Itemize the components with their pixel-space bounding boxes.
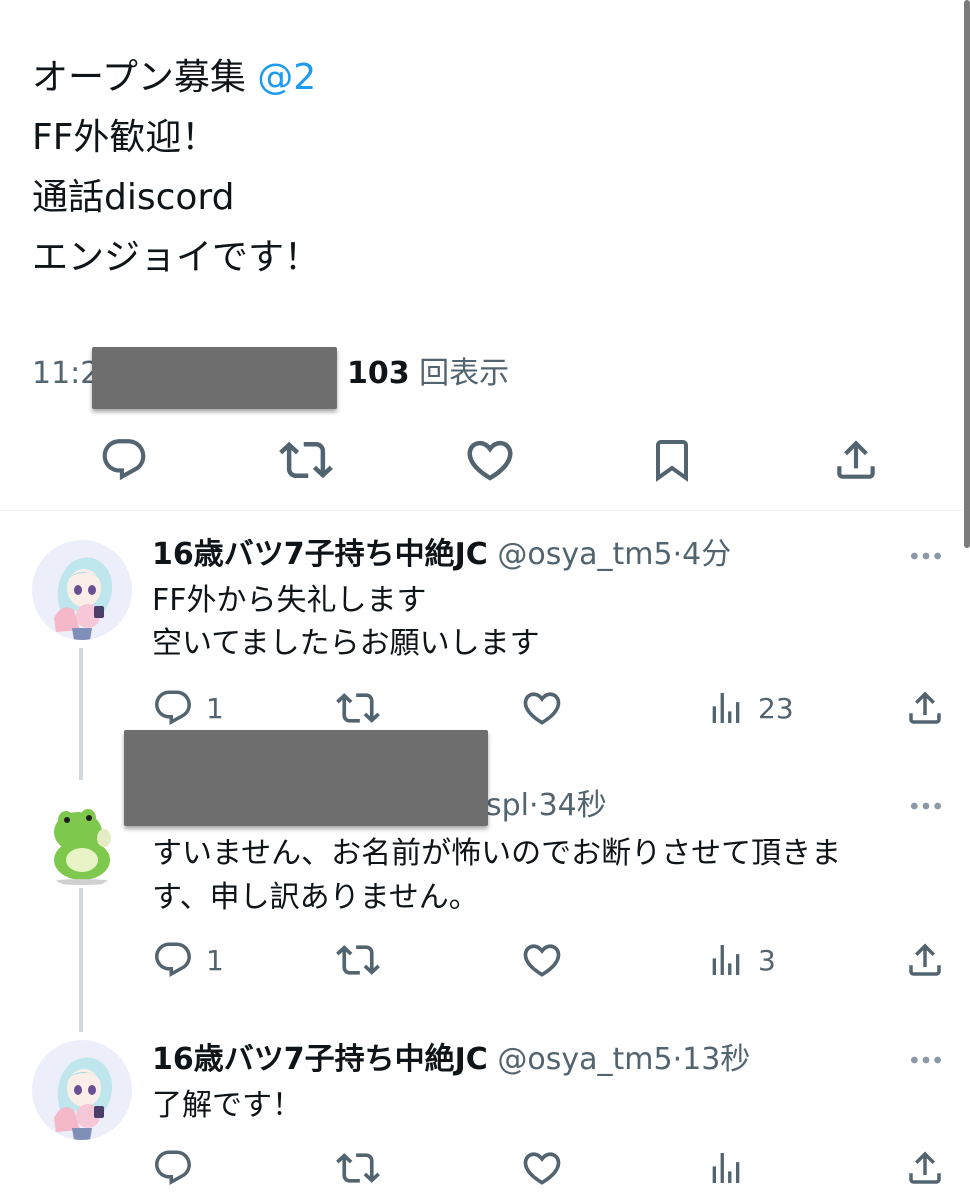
redaction-block (124, 730, 488, 826)
views-button[interactable]: 23 (706, 686, 794, 730)
separator-dot: · (672, 1042, 683, 1077)
separator-dot: · (529, 788, 539, 823)
tweet-timestamp[interactable]: 11:2 (32, 356, 99, 391)
share-button[interactable] (904, 686, 946, 730)
view-count-number: 103 (347, 356, 410, 391)
more-icon (906, 536, 946, 576)
retweet-icon (279, 433, 333, 487)
views-icon (706, 940, 746, 980)
redaction-block (92, 347, 337, 409)
separator-dot: · (672, 537, 683, 572)
view-count[interactable]: 103 回表示 (347, 352, 509, 396)
tweet-text-line-1: オープン募集 @2 (32, 55, 316, 101)
share-button[interactable] (828, 432, 884, 488)
like-button[interactable] (462, 432, 518, 488)
views-icon (706, 1148, 746, 1188)
reply-text-line: 空いてましたらお願いします (152, 626, 540, 661)
reply-icon (99, 435, 149, 485)
reply-button[interactable] (96, 432, 152, 488)
retweet-button[interactable] (336, 938, 380, 982)
reply-header: 16歳バツ7子持ち中絶JC @osya_tm5·4分 (152, 535, 731, 575)
tweet-text-line-3: 通話discord (32, 177, 235, 218)
reply-time[interactable]: 34秒 (539, 788, 607, 823)
retweet-button[interactable] (336, 1146, 380, 1190)
display-name[interactable]: 16歳バツ7子持ち中絶JC (152, 537, 488, 572)
reply-header: 16歳バツ7子持ち中絶JC @osya_tm5·13秒 (152, 1040, 750, 1080)
reply-count: 1 (206, 943, 224, 977)
like-icon (520, 686, 564, 730)
reply-count: 1 (206, 691, 224, 725)
like-button[interactable] (520, 686, 564, 730)
reply-text-line: 了解です！ (152, 1088, 302, 1123)
share-icon (904, 939, 946, 981)
like-icon (520, 1146, 564, 1190)
avatar[interactable] (32, 788, 132, 888)
green-frog-avatar-icon (32, 788, 132, 888)
reply-button[interactable] (152, 1146, 206, 1190)
retweet-button[interactable] (278, 432, 334, 488)
reply-icon (152, 939, 194, 981)
anime-girl-avatar-icon (32, 1040, 132, 1140)
mention-link[interactable]: @2 (257, 57, 316, 98)
share-icon (904, 687, 946, 729)
avatar[interactable] (32, 540, 132, 640)
like-icon (463, 433, 517, 487)
tweet-action-bar (0, 432, 970, 488)
user-handle[interactable]: @osya_tm5 (497, 537, 672, 572)
share-button[interactable] (904, 938, 946, 982)
reply-text-line: すいません、お名前が怖いのでお断りさせて頂きま (152, 836, 842, 871)
like-button[interactable] (520, 938, 564, 982)
divider (0, 510, 970, 511)
view-count-label: 回表示 (419, 356, 510, 391)
share-button[interactable] (904, 1146, 946, 1190)
reply-icon (152, 1147, 194, 1189)
reply-time[interactable]: 4分 (682, 537, 731, 572)
reply-text-line: FF外から失礼します (152, 583, 427, 618)
like-icon (520, 938, 564, 982)
reply-header: spl·34秒 (486, 786, 607, 826)
views-count: 23 (758, 691, 794, 725)
avatar[interactable] (32, 1040, 132, 1140)
reply-text-line: す、申し訳ありません。 (152, 880, 479, 915)
reply-icon (152, 687, 194, 729)
bookmark-icon (648, 435, 696, 485)
more-options-button[interactable] (906, 1040, 946, 1080)
scrollbar[interactable] (964, 0, 970, 548)
more-options-button[interactable] (906, 786, 946, 826)
retweet-icon (336, 938, 380, 982)
reply-action-bar: 1 3 (0, 938, 970, 982)
user-handle[interactable]: @osya_tm5 (497, 1042, 672, 1077)
like-button[interactable] (520, 1146, 564, 1190)
retweet-icon (336, 1146, 380, 1190)
tweet-text: オープン募集 (32, 57, 246, 98)
share-icon (831, 435, 881, 485)
reply-action-bar (0, 1146, 970, 1190)
retweet-icon (336, 686, 380, 730)
views-button[interactable]: 3 (706, 938, 776, 982)
tweet-text-line-2: FF外歓迎！ (32, 117, 218, 158)
more-options-button[interactable] (906, 536, 946, 576)
more-icon (906, 786, 946, 826)
retweet-button[interactable] (336, 686, 380, 730)
tweet-text-line-4: エンジョイです！ (32, 237, 321, 278)
reply-button[interactable]: 1 (152, 938, 224, 982)
display-name[interactable]: 16歳バツ7子持ち中絶JC (152, 1042, 488, 1077)
reply-button[interactable]: 1 (152, 686, 224, 730)
share-icon (904, 1147, 946, 1189)
views-icon (706, 688, 746, 728)
more-icon (906, 1040, 946, 1080)
user-handle[interactable]: spl (486, 788, 529, 823)
tweet-meta: 11:2 103 回表示 (32, 352, 509, 396)
views-button[interactable] (706, 1146, 758, 1190)
anime-girl-avatar-icon (32, 540, 132, 640)
views-count: 3 (758, 943, 776, 977)
reply-action-bar: 1 23 (0, 686, 970, 730)
reply-time[interactable]: 13秒 (682, 1042, 750, 1077)
bookmark-button[interactable] (644, 432, 700, 488)
